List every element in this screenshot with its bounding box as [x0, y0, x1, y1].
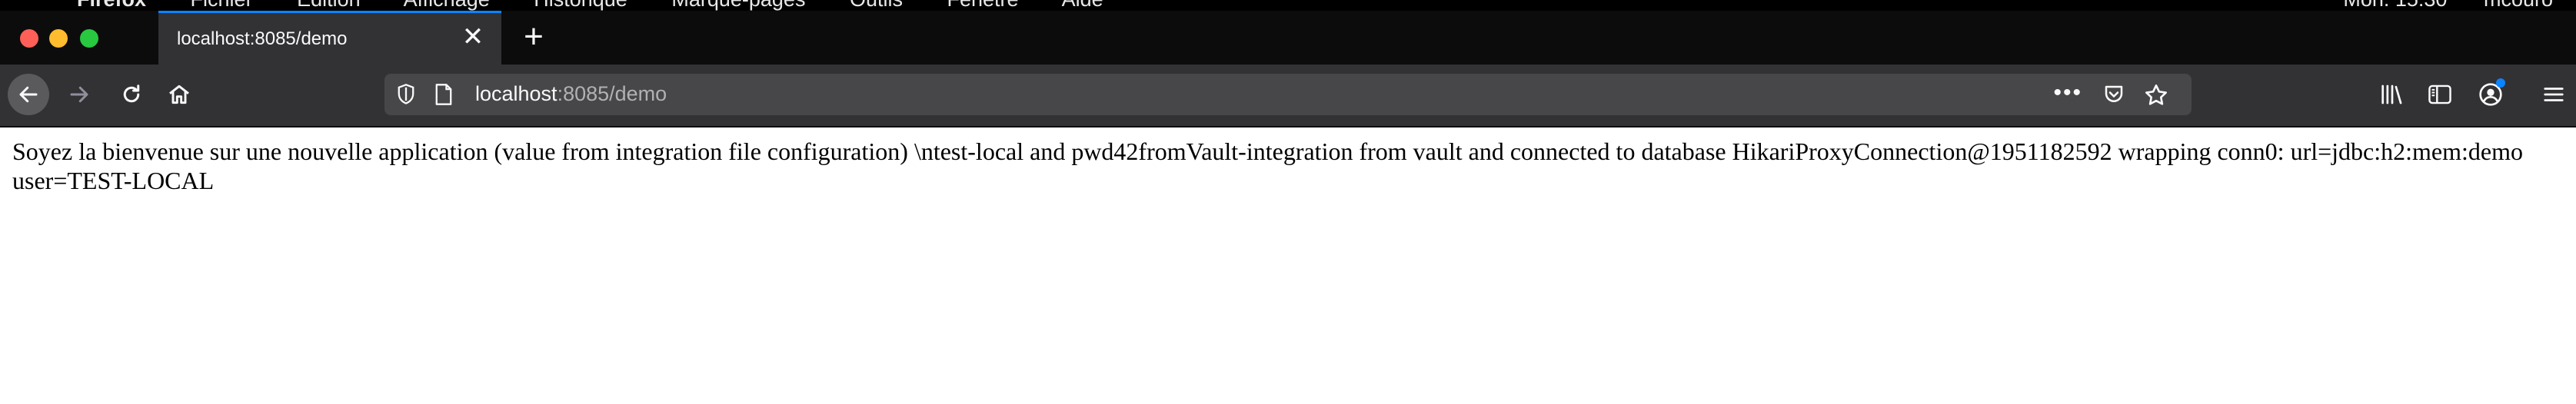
page-actions-menu-icon[interactable]: •••: [2053, 80, 2082, 106]
menubar-item-fichier[interactable]: Fichier: [191, 0, 253, 11]
toolbar-separator: [0, 126, 2576, 127]
menubar-item-historique[interactable]: Historique: [534, 0, 627, 11]
tab-strip: localhost:8085/demo ✕ +: [0, 11, 2576, 65]
arrow-right-icon: [70, 86, 88, 103]
pocket-icon[interactable]: [2102, 83, 2125, 110]
notification-badge: [2496, 78, 2505, 88]
arrow-left-icon: [19, 86, 38, 103]
library-icon: [2381, 84, 2402, 104]
menubar-user[interactable]: mcouro: [2484, 0, 2553, 11]
menubar-clock[interactable]: Mon. 15:30: [2343, 0, 2447, 11]
menubar-status: Mon. 15:30 mcouro: [2312, 0, 2553, 11]
menubar-item-affichage[interactable]: Affichage: [404, 0, 490, 11]
navigation-toolbar: localhost:8085/demo •••: [0, 65, 2576, 126]
library-button[interactable]: [2371, 74, 2413, 115]
bookmark-star-icon[interactable]: [2144, 83, 2168, 111]
menubar-app-name[interactable]: Firefox: [77, 0, 146, 11]
sidebar-icon: [2428, 84, 2451, 104]
url-bar[interactable]: localhost:8085/demo •••: [384, 74, 2192, 115]
menubar-menus: Firefox Fichier Édition Affichage Histor…: [77, 0, 1142, 11]
url-path: :8085/demo: [557, 82, 667, 105]
tracking-protection-icon[interactable]: [395, 83, 417, 110]
page-content-text: Soyez la bienvenue sur une nouvelle appl…: [12, 137, 2523, 194]
url-host: localhost: [475, 82, 557, 105]
forward-button[interactable]: [58, 74, 100, 115]
page-icon[interactable]: [434, 83, 454, 110]
menubar-item-fenetre[interactable]: Fenêtre: [947, 0, 1019, 11]
tab-close-icon[interactable]: ✕: [458, 22, 488, 51]
app-menu-button[interactable]: [2533, 74, 2574, 115]
back-button[interactable]: [8, 74, 49, 115]
reload-button[interactable]: [111, 74, 152, 115]
menubar-item-outils[interactable]: Outils: [850, 0, 903, 11]
window-minimize-button[interactable]: [49, 29, 68, 48]
menubar-item-edition[interactable]: Édition: [297, 0, 361, 11]
tab-active[interactable]: localhost:8085/demo ✕: [158, 11, 501, 65]
window-zoom-button[interactable]: [80, 29, 98, 48]
home-icon: [169, 84, 189, 104]
new-tab-button[interactable]: +: [515, 18, 552, 55]
reload-icon: [123, 84, 140, 103]
menubar-item-aide[interactable]: Aide: [1062, 0, 1103, 11]
account-button[interactable]: [2470, 74, 2511, 115]
window-close-button[interactable]: [20, 29, 38, 48]
macos-menubar: Firefox Fichier Édition Affichage Histor…: [0, 0, 2576, 11]
tab-title: localhost:8085/demo: [177, 28, 348, 49]
url-text[interactable]: localhost:8085/demo: [475, 82, 667, 106]
home-button[interactable]: [158, 74, 200, 115]
sidebar-toggle-button[interactable]: [2419, 74, 2461, 115]
menubar-item-marque-pages[interactable]: Marque-pages: [671, 0, 805, 11]
hamburger-menu-icon: [2544, 88, 2564, 101]
